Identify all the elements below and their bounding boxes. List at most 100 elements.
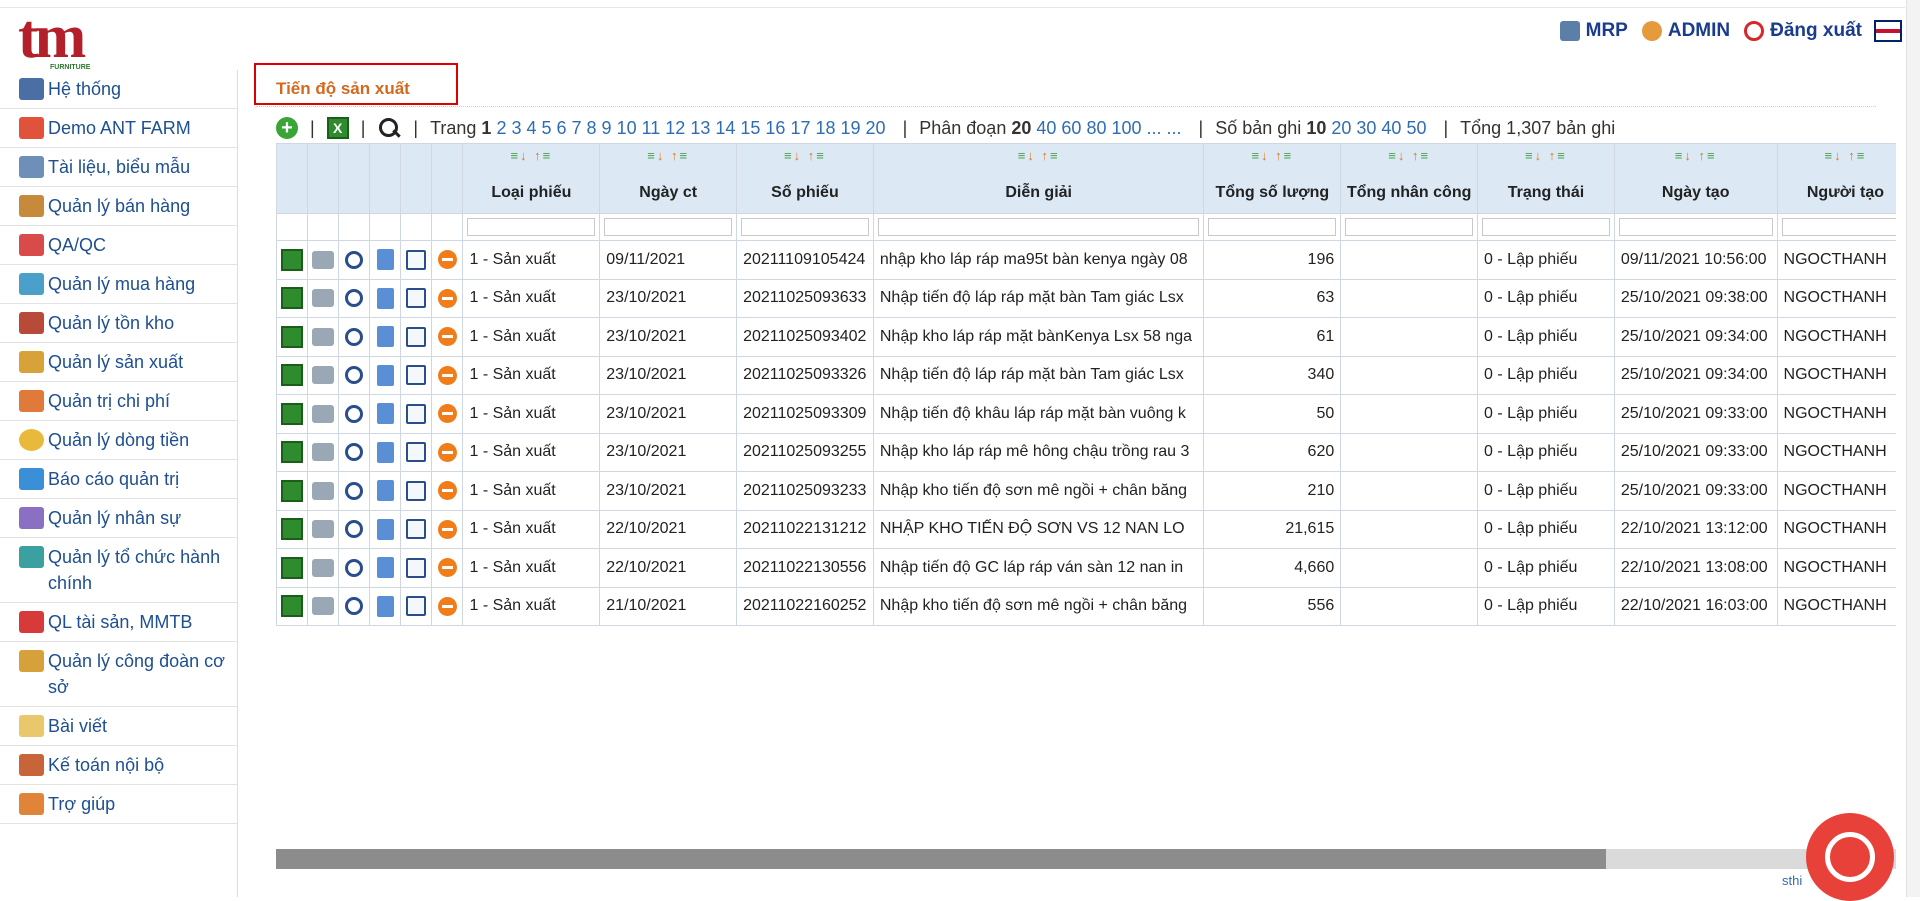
page-link[interactable]: 7 bbox=[572, 118, 582, 139]
table-row[interactable]: 1 - Sản xuất 22/10/2021 20211022131212 NHẬP… bbox=[276, 509, 1896, 549]
filter-input[interactable] bbox=[877, 218, 1200, 236]
print-icon[interactable] bbox=[312, 443, 335, 462]
segment-link[interactable]: 40 bbox=[1036, 118, 1056, 139]
sidebar-item-tro-giup[interactable]: Trợ giúp bbox=[0, 785, 237, 824]
filter-input[interactable] bbox=[1781, 218, 1896, 236]
view-icon[interactable] bbox=[345, 250, 364, 269]
delete-icon[interactable] bbox=[437, 481, 457, 501]
sidebar-item-san-xuat[interactable]: Quản lý sản xuất bbox=[0, 343, 237, 382]
sidebar-item-tai-san[interactable]: QL tài sản, MMTB bbox=[0, 603, 237, 642]
edit-icon[interactable] bbox=[406, 403, 427, 424]
view-icon[interactable] bbox=[345, 404, 364, 423]
sort-icon[interactable]: ≡↓ ↑≡ bbox=[1342, 148, 1477, 166]
copy-icon[interactable] bbox=[376, 364, 394, 386]
page-link[interactable]: 11 bbox=[642, 118, 661, 139]
excel-icon[interactable] bbox=[281, 364, 304, 387]
copy-icon[interactable] bbox=[376, 557, 394, 579]
copy-icon[interactable] bbox=[376, 595, 394, 617]
print-icon[interactable] bbox=[312, 558, 335, 577]
filter-input[interactable] bbox=[1208, 218, 1337, 236]
filter-input[interactable] bbox=[1618, 218, 1773, 236]
page-link[interactable]: 16 bbox=[765, 118, 785, 139]
sidebar-item-ban-hang[interactable]: Quản lý bán hàng bbox=[0, 187, 237, 226]
excel-icon[interactable] bbox=[281, 441, 304, 464]
page-link[interactable]: 6 bbox=[557, 118, 567, 139]
excel-icon[interactable] bbox=[281, 248, 304, 271]
excel-icon[interactable] bbox=[281, 479, 304, 502]
column-header-ngay-tao[interactable]: ≡↓ ↑≡ Ngày tạo bbox=[1613, 143, 1778, 214]
view-icon[interactable] bbox=[345, 443, 364, 462]
sort-icon[interactable]: ≡↓ ↑≡ bbox=[601, 148, 736, 166]
edit-icon[interactable] bbox=[406, 365, 427, 386]
delete-icon[interactable] bbox=[437, 558, 457, 578]
company-logo[interactable]: tm FURNITURE bbox=[18, 6, 104, 71]
scrollbar-thumb[interactable] bbox=[276, 849, 1606, 869]
segment-link[interactable]: ... bbox=[1147, 118, 1162, 139]
table-row[interactable]: 1 - Sản xuất 23/10/2021 20211025093326 Nhập… bbox=[276, 355, 1896, 395]
delete-icon[interactable] bbox=[437, 250, 457, 270]
edit-icon[interactable] bbox=[406, 442, 427, 463]
sort-icon[interactable]: ≡↓ ↑≡ bbox=[738, 148, 873, 166]
edit-icon[interactable] bbox=[406, 480, 427, 501]
print-icon[interactable] bbox=[312, 597, 335, 616]
sidebar-item-cong-doan[interactable]: Quản lý công đoàn cơ sở bbox=[0, 642, 237, 707]
records-link[interactable]: 40 bbox=[1381, 118, 1401, 139]
page-link[interactable]: 15 bbox=[740, 118, 760, 139]
sidebar-item-mua-hang[interactable]: Quản lý mua hàng bbox=[0, 265, 237, 304]
add-icon[interactable]: + bbox=[276, 117, 298, 139]
filter-input[interactable] bbox=[1482, 218, 1610, 236]
excel-icon[interactable] bbox=[281, 287, 304, 310]
table-row[interactable]: 1 - Sản xuất 23/10/2021 20211025093309 Nhập… bbox=[276, 394, 1896, 434]
sidebar-item-chi-phi[interactable]: Quản trị chi phí bbox=[0, 382, 237, 421]
page-link[interactable]: 2 bbox=[496, 118, 506, 139]
delete-icon[interactable] bbox=[437, 327, 457, 347]
excel-icon[interactable] bbox=[281, 325, 304, 348]
delete-icon[interactable] bbox=[437, 365, 457, 385]
sidebar-item-bai-viet[interactable]: Bài viết bbox=[0, 707, 237, 746]
page-link[interactable]: 17 bbox=[790, 118, 810, 139]
page-link[interactable]: 8 bbox=[587, 118, 597, 139]
excel-icon[interactable] bbox=[281, 518, 304, 541]
copy-icon[interactable] bbox=[376, 403, 394, 425]
sidebar-item-dong-tien[interactable]: Quản lý dòng tiền bbox=[0, 421, 237, 460]
edit-icon[interactable] bbox=[406, 249, 427, 270]
sort-icon[interactable]: ≡↓ ↑≡ bbox=[1205, 148, 1340, 166]
view-icon[interactable] bbox=[345, 597, 364, 616]
segment-link[interactable]: 80 bbox=[1086, 118, 1106, 139]
sort-icon[interactable]: ≡↓ ↑≡ bbox=[1479, 148, 1614, 166]
edit-icon[interactable] bbox=[406, 326, 427, 347]
delete-icon[interactable] bbox=[437, 519, 457, 539]
edit-icon[interactable] bbox=[406, 519, 427, 540]
messenger-chat-button[interactable] bbox=[1806, 813, 1894, 901]
copy-icon[interactable] bbox=[376, 518, 394, 540]
sidebar-item-he-thong[interactable]: Hệ thống bbox=[0, 70, 237, 109]
records-link[interactable]: 50 bbox=[1406, 118, 1426, 139]
logout-link[interactable]: Đăng xuất bbox=[1744, 20, 1862, 42]
view-icon[interactable] bbox=[345, 558, 364, 577]
print-icon[interactable] bbox=[312, 250, 335, 269]
sidebar-item-bao-cao[interactable]: Báo cáo quản trị bbox=[0, 460, 237, 499]
print-icon[interactable] bbox=[312, 289, 335, 308]
page-link[interactable]: 3 bbox=[511, 118, 521, 139]
table-row[interactable]: 1 - Sản xuất 23/10/2021 20211025093233 Nhập… bbox=[276, 471, 1896, 511]
page-link[interactable]: 18 bbox=[815, 118, 835, 139]
segment-link[interactable]: ... bbox=[1167, 118, 1182, 139]
excel-export-icon[interactable]: X bbox=[326, 117, 349, 139]
copy-icon[interactable] bbox=[376, 287, 394, 309]
page-link[interactable]: 4 bbox=[526, 118, 536, 139]
view-icon[interactable] bbox=[345, 289, 364, 308]
segment-link[interactable]: 100 bbox=[1111, 118, 1141, 139]
copy-icon[interactable] bbox=[376, 249, 394, 271]
page-link[interactable]: 5 bbox=[541, 118, 551, 139]
excel-icon[interactable] bbox=[281, 595, 304, 618]
view-icon[interactable] bbox=[345, 327, 364, 346]
records-link[interactable]: 30 bbox=[1356, 118, 1376, 139]
print-icon[interactable] bbox=[312, 366, 335, 385]
table-row[interactable]: 1 - Sản xuất 22/10/2021 20211022130556 Nhập… bbox=[276, 548, 1896, 588]
copy-icon[interactable] bbox=[376, 326, 394, 348]
delete-icon[interactable] bbox=[437, 596, 457, 616]
column-header-ngay-ct[interactable]: ≡↓ ↑≡ Ngày ct bbox=[599, 143, 738, 214]
column-header-nguoi-tao[interactable]: ≡↓ ↑≡ Người tạo bbox=[1776, 143, 1896, 214]
excel-icon[interactable] bbox=[281, 402, 304, 425]
column-header-loai-phieu[interactable]: ≡↓ ↑≡ Loại phiếu bbox=[462, 143, 601, 214]
